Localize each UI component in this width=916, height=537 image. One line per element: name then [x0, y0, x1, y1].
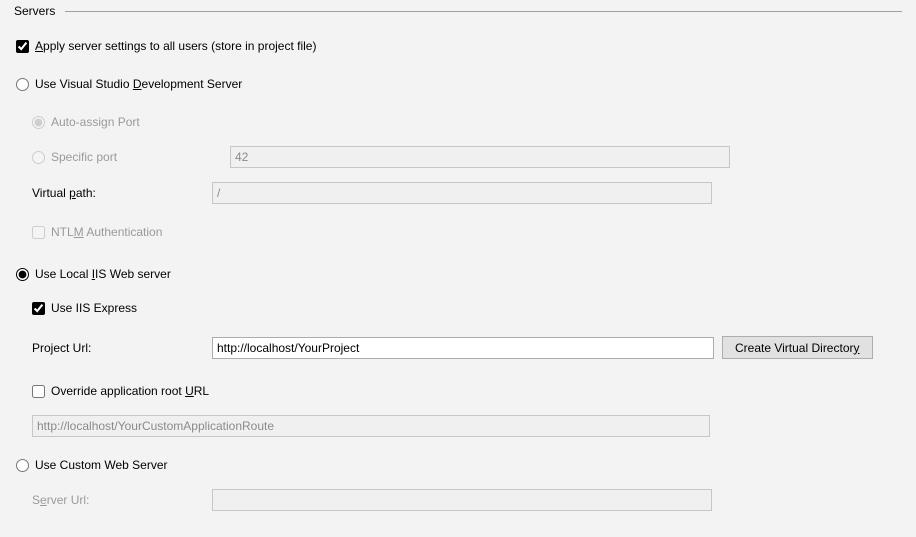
server-url-label: Server Url: [32, 493, 212, 507]
ntlm-checkbox [32, 226, 45, 239]
group-header: Servers [14, 4, 902, 18]
specific-port-radio [32, 151, 45, 164]
custom-server-label[interactable]: Use Custom Web Server [35, 458, 168, 472]
project-url-input[interactable] [212, 337, 714, 359]
group-divider [65, 11, 902, 12]
virtual-path-input [212, 182, 712, 204]
vsdev-radio[interactable] [16, 78, 29, 91]
auto-assign-radio [32, 116, 45, 129]
project-url-label: Project Url: [32, 341, 212, 355]
override-root-input [32, 415, 710, 437]
create-virtual-directory-button[interactable]: Create Virtual Directory [722, 336, 873, 359]
iis-express-checkbox[interactable] [32, 302, 45, 315]
ntlm-label: NTLM Authentication [51, 225, 162, 239]
iis-radio[interactable] [16, 268, 29, 281]
specific-port-input [230, 146, 730, 168]
virtual-path-label: Virtual path: [32, 186, 212, 200]
server-url-input [212, 489, 712, 511]
override-root-label[interactable]: Override application root URL [51, 384, 209, 398]
iis-express-label[interactable]: Use IIS Express [51, 301, 137, 315]
custom-server-radio[interactable] [16, 459, 29, 472]
group-title: Servers [14, 4, 65, 18]
apply-all-checkbox[interactable] [16, 40, 29, 53]
specific-port-label: Specific port [51, 150, 117, 164]
vsdev-label[interactable]: Use Visual Studio Development Server [35, 77, 242, 91]
override-root-checkbox[interactable] [32, 385, 45, 398]
auto-assign-label: Auto-assign Port [51, 115, 140, 129]
apply-all-label[interactable]: Apply server settings to all users (stor… [35, 39, 316, 53]
iis-label[interactable]: Use Local IIS Web server [35, 267, 171, 281]
